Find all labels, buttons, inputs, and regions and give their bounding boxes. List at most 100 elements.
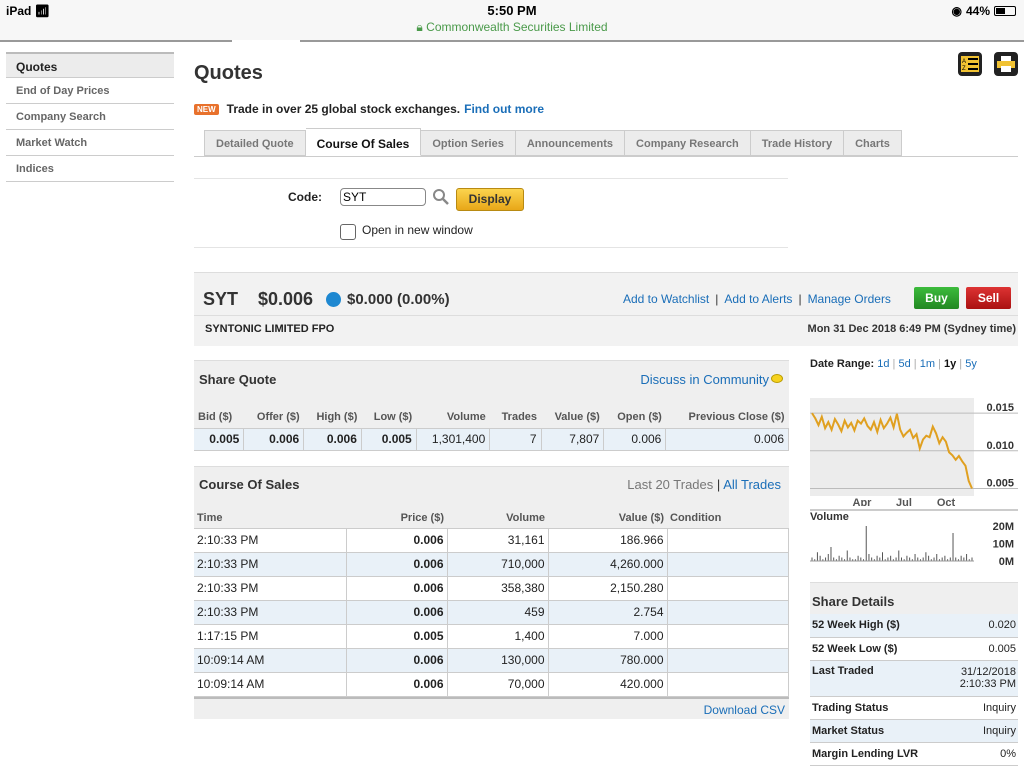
page-title: Quotes [194,62,263,84]
tab-trade-history[interactable]: Trade History [750,130,845,156]
course-of-sales-header: Course Of Sales Last 20 Trades | All Tra… [194,466,789,502]
tab-charts[interactable]: Charts [844,130,902,156]
find-out-more-link[interactable]: Find out more [464,102,544,116]
sidebar-item-indices[interactable]: Indices [6,156,174,182]
date-range-option-1d[interactable]: 1d [877,358,889,370]
row-label: Market Status [810,719,948,743]
course-of-sales-panel: Course Of Sales Last 20 Trades | All Tra… [194,466,789,719]
table-row: 52 Week High ($) 0.020 [810,614,1018,638]
tab-detailed-quote[interactable]: Detailed Quote [204,130,306,156]
sidebar-item-quotes[interactable]: Quotes [6,52,174,78]
date-range-option-1y[interactable]: 1y [944,358,956,370]
share-quote-panel: Share Quote Discuss in Community Bid ($)… [194,360,789,451]
row-value: 0.020 [948,614,1018,638]
time-cell: 10:09:14 AM [194,648,347,673]
tab-announcements[interactable]: Announcements [515,130,626,156]
sidebar-item-company-search[interactable]: Company Search [6,104,174,130]
value-cell: 2,150.280 [548,576,668,601]
separator: | [956,358,966,370]
tab-company-research[interactable]: Company Research [625,130,751,156]
low-value: 0.005 [361,427,417,451]
column-header: Trades [489,398,542,428]
sidebar-item-end-of-day-prices[interactable]: End of Day Prices [6,78,174,104]
row-value: 0% [948,742,1018,766]
date-range-option-5y[interactable]: 5y [965,358,977,370]
course-of-sales-footer: Download CSV [194,696,789,719]
column-header: Open ($) [603,398,666,428]
display-button[interactable]: Display [456,188,524,211]
clock: 5:50 PM [487,3,537,18]
open-new-window-label: Open in new window [362,223,473,237]
company-name: SYNTONIC LIMITED FPO [205,323,335,335]
column-header: Bid ($) [194,398,244,428]
table-row: Margin Lending LVR 0% [810,742,1018,766]
course-of-sales-rows: 2:10:33 PM 0.006 31,161 186.966 2:10:33 PM 0.… [194,528,789,697]
column-header: Value ($) [548,502,667,529]
price-chart: 0.015 0.010 0.005 Apr Jul Oct [810,398,1018,509]
trades-value: 7 [489,427,542,451]
all-trades-link[interactable]: All Trades [723,477,781,492]
manage-orders-link[interactable]: Manage Orders [808,292,891,306]
add-to-alerts-link[interactable]: Add to Alerts [724,292,792,306]
volume-tick-label: 10M [993,539,1014,551]
page-load-progress [232,40,300,44]
promo-banner: NEW Trade in over 25 global stock exchan… [194,102,544,116]
date-range-option-1m[interactable]: 1m [920,358,935,370]
price-change: $0.000 (0.00%) [347,291,450,308]
print-button[interactable] [994,52,1018,76]
volume-label: Volume [810,511,849,523]
separator: | [715,292,719,306]
download-csv-link[interactable]: Download CSV [704,703,785,717]
condition-cell [667,624,789,649]
tab-course-of-sales[interactable]: Course Of Sales [305,128,422,156]
date-range: Date Range: 1d | 5d | 1m | 1y | 5y [810,352,1018,376]
search-icon[interactable] [432,188,450,206]
open-new-window-checkbox[interactable] [340,224,356,240]
volume-cell: 459 [447,600,549,625]
table-row: 1:17:15 PM 0.005 1,400 7.000 [194,624,789,649]
price-cell: 0.006 [346,528,448,553]
time-cell: 2:10:33 PM [194,552,347,577]
volume-cell: 358,380 [447,576,549,601]
row-label: Last Traded [810,660,948,697]
unchanged-indicator-icon [326,292,341,307]
table-row: 2:10:33 PM 0.006 459 2.754 [194,600,789,625]
value-cell: 4,260.000 [548,552,668,577]
value-value: 7,807 [541,427,605,451]
column-header: High ($) [303,398,362,428]
sidebar: Quotes End of Day Prices Company Search … [6,52,174,182]
price-cell: 0.006 [346,552,448,577]
price-cell: 0.006 [346,672,448,697]
table-row: 10:09:14 AM 0.006 70,000 420.000 [194,672,789,697]
sell-button[interactable]: Sell [966,287,1011,309]
new-badge: NEW [194,103,219,115]
discuss-in-community-link[interactable]: Discuss in Community [640,361,769,399]
sidebar-item-market-watch[interactable]: Market Watch [6,130,174,156]
column-header: Offer ($) [243,398,304,428]
volume-cell: 70,000 [447,672,549,697]
sort-list-button[interactable]: AZ [958,52,982,76]
sort-list-icon: AZ [961,56,979,72]
code-input[interactable] [340,188,426,206]
column-header: Condition [667,502,789,529]
printer-icon [997,56,1015,72]
lock-icon: 🔒︎ [416,20,423,34]
separator: | [798,292,802,306]
row-value: Inquiry [948,696,1018,720]
condition-cell [667,552,789,577]
tab-divider [194,156,1018,157]
add-to-watchlist-link[interactable]: Add to Watchlist [623,292,709,306]
date-range-option-5d[interactable]: 5d [898,358,910,370]
tab-option-series[interactable]: Option Series [421,130,516,156]
price-cell: 0.006 [346,576,448,601]
stock-price: $0.006 [258,289,314,309]
volume-cell: 31,161 [447,528,549,553]
table-header-row: Time Price ($) Volume Value ($) Conditio… [194,502,789,529]
share-details-table: 52 Week High ($) 0.020 52 Week Low ($) 0.0… [810,614,1018,766]
site-title: 🔒︎ Commonwealth Securities Limited [0,20,1024,35]
y-tick-label: 0.010 [986,440,1014,452]
buy-button[interactable]: Buy [914,287,959,309]
volume-tick-label: 20M [993,521,1014,533]
time-cell: 2:10:33 PM [194,576,347,601]
column-header: Price ($) [346,502,447,529]
